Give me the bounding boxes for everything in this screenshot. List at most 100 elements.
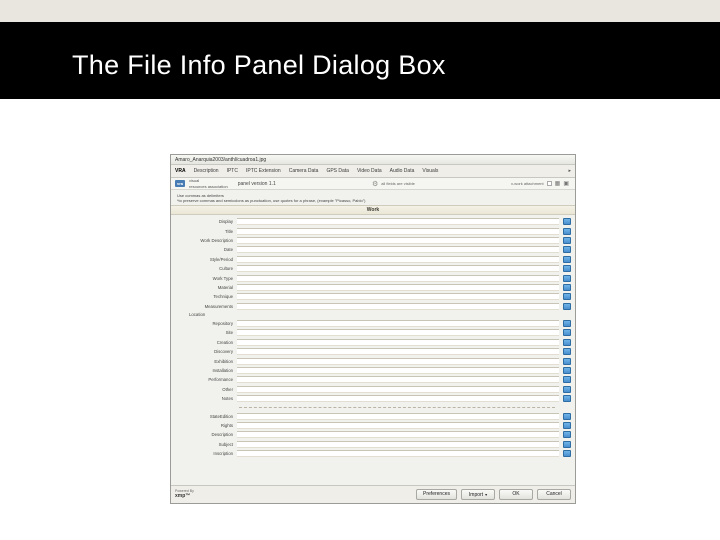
input-work-description[interactable] xyxy=(237,237,559,244)
label-performance: Performance xyxy=(175,377,233,382)
input-repository[interactable] xyxy=(237,320,559,327)
label-exhibition: Exhibition xyxy=(175,359,233,364)
input-site[interactable] xyxy=(237,329,559,336)
input-description2[interactable] xyxy=(237,431,559,438)
addbtn-performance[interactable] xyxy=(563,376,571,383)
addbtn-discovery[interactable] xyxy=(563,348,571,355)
row-material: Material xyxy=(175,283,571,292)
tab-video-data[interactable]: Video Data xyxy=(357,168,382,174)
addbtn-style-period[interactable] xyxy=(563,256,571,263)
row-rights: Rights xyxy=(175,421,571,430)
input-creation[interactable] xyxy=(237,339,559,346)
tab-gps-data[interactable]: GPS Data xyxy=(326,168,349,174)
row-notes: Notes xyxy=(175,394,571,403)
addbtn-creation[interactable] xyxy=(563,339,571,346)
addbtn-rights[interactable] xyxy=(563,422,571,429)
input-culture[interactable] xyxy=(237,265,559,272)
addbtn-notes[interactable] xyxy=(563,395,571,402)
tab-description[interactable]: Description xyxy=(194,168,219,174)
tab-iptc-extension[interactable]: IPTC Extension xyxy=(246,168,281,174)
addbtn-work-type[interactable] xyxy=(563,275,571,282)
row-repository: Repository xyxy=(175,319,571,328)
row-description2: Description xyxy=(175,430,571,439)
tab-iptc[interactable]: IPTC xyxy=(227,168,238,174)
addbtn-date[interactable] xyxy=(563,246,571,253)
attachment-label: x-work attachment xyxy=(511,181,544,186)
preferences-button[interactable]: Preferences xyxy=(416,489,457,500)
addbtn-other[interactable] xyxy=(563,386,571,393)
row-stateedition: StateEdition xyxy=(175,411,571,420)
tab-audio-data[interactable]: Audio Data xyxy=(390,168,415,174)
addbtn-stateedition[interactable] xyxy=(563,413,571,420)
label-title: Title xyxy=(175,229,233,234)
input-performance[interactable] xyxy=(237,376,559,383)
addbtn-description2[interactable] xyxy=(563,431,571,438)
tab-visuals[interactable]: Visuals xyxy=(422,168,438,174)
row-discovery: Discovery xyxy=(175,347,571,356)
input-date[interactable] xyxy=(237,246,559,253)
label-creation: Creation xyxy=(175,340,233,345)
tab-vra[interactable]: VRA xyxy=(175,168,186,174)
input-other[interactable] xyxy=(237,386,559,393)
display-work-icon[interactable]: ▦ xyxy=(555,180,561,187)
hint-line2: *to preserve commas and semicolons as pu… xyxy=(177,198,569,203)
addbtn-display[interactable] xyxy=(563,218,571,225)
label-measurements: Measurements xyxy=(175,304,233,309)
import-button[interactable]: Import▾ xyxy=(461,489,495,500)
label-repository: Repository xyxy=(175,321,233,326)
label-culture: Culture xyxy=(175,266,233,271)
input-notes[interactable] xyxy=(237,395,559,402)
addbtn-work-description[interactable] xyxy=(563,237,571,244)
dropdown-icon: ▾ xyxy=(485,492,487,497)
slide-accent-bar xyxy=(0,0,720,22)
label-work-description: Work Description xyxy=(175,238,233,243)
fields-visible-label: all fields are visible xyxy=(381,181,415,186)
row-performance: Performance xyxy=(175,375,571,384)
input-technique[interactable] xyxy=(237,293,559,300)
form-area: Display Title Work Description Date Styl… xyxy=(171,215,575,485)
tab-camera-data[interactable]: Camera Data xyxy=(289,168,319,174)
input-exhibition[interactable] xyxy=(237,358,559,365)
addbtn-repository[interactable] xyxy=(563,320,571,327)
input-stateedition[interactable] xyxy=(237,413,559,420)
xmp-label: xmp™ xyxy=(175,493,190,499)
input-style-period[interactable] xyxy=(237,256,559,263)
row-date: Date xyxy=(175,245,571,254)
attachment-checkbox[interactable] xyxy=(547,181,552,186)
input-inscription[interactable] xyxy=(237,450,559,457)
addbtn-installation[interactable] xyxy=(563,367,571,374)
vra-sub-top: visual xyxy=(189,178,199,183)
input-installation[interactable] xyxy=(237,367,559,374)
row-style-period: Style/Period xyxy=(175,255,571,264)
input-title[interactable] xyxy=(237,228,559,235)
addbtn-inscription[interactable] xyxy=(563,450,571,457)
addbtn-title[interactable] xyxy=(563,228,571,235)
input-discovery[interactable] xyxy=(237,348,559,355)
addbtn-site[interactable] xyxy=(563,329,571,336)
label-display: Display xyxy=(175,219,233,224)
label-rights: Rights xyxy=(175,423,233,428)
ok-button[interactable]: OK xyxy=(499,489,533,500)
row-inscription: Inscription xyxy=(175,449,571,458)
cancel-button[interactable]: Cancel xyxy=(537,489,571,500)
label-other: Other xyxy=(175,387,233,392)
tabs-more-icon[interactable]: ▸ xyxy=(568,168,571,174)
addbtn-material[interactable] xyxy=(563,284,571,291)
input-rights[interactable] xyxy=(237,422,559,429)
input-work-type[interactable] xyxy=(237,275,559,282)
label-date: Date xyxy=(175,247,233,252)
hint-text: Use commas as delimiters *to preserve co… xyxy=(171,190,575,205)
addbtn-measurements[interactable] xyxy=(563,303,571,310)
row-culture: Culture xyxy=(175,264,571,273)
gear-icon[interactable]: ⚙ xyxy=(372,180,378,188)
addbtn-technique[interactable] xyxy=(563,293,571,300)
input-subject[interactable] xyxy=(237,441,559,448)
input-material[interactable] xyxy=(237,284,559,291)
dialog-title: Amaro_Anarquia2003/anthl/cuadroa1.jpg xyxy=(171,155,575,165)
addbtn-subject[interactable] xyxy=(563,441,571,448)
addbtn-culture[interactable] xyxy=(563,265,571,272)
input-measurements[interactable] xyxy=(237,303,559,310)
addbtn-exhibition[interactable] xyxy=(563,358,571,365)
display-image-icon[interactable]: ▣ xyxy=(563,180,569,187)
input-display[interactable] xyxy=(237,218,559,225)
